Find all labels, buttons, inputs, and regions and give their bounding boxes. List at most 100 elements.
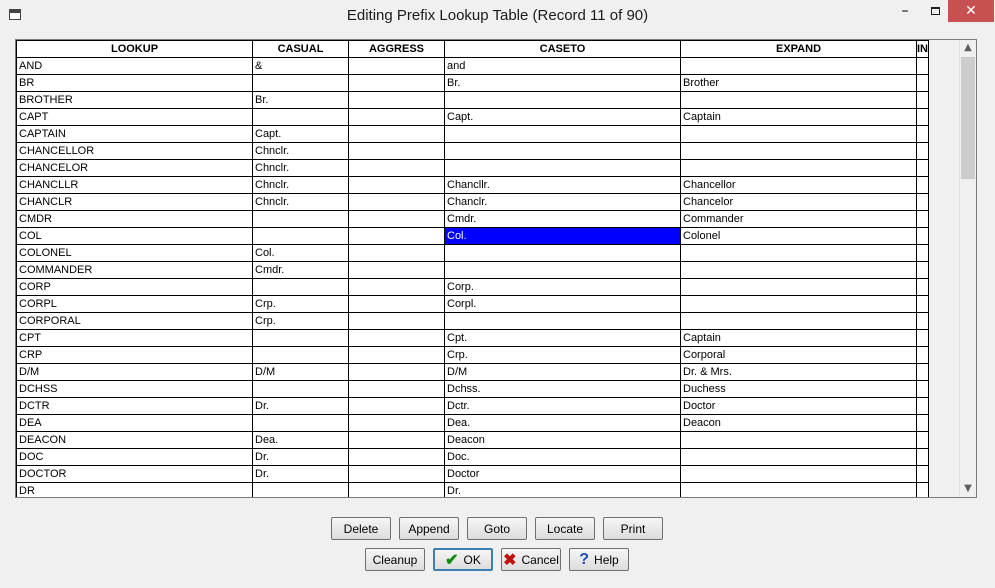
cell-in[interactable] — [916, 312, 929, 330]
cell-aggress[interactable] — [348, 244, 445, 262]
cell-expand[interactable] — [680, 448, 917, 466]
cell-aggress[interactable] — [348, 431, 445, 449]
table-row[interactable]: CRP Crp. Corporal — [16, 346, 929, 364]
cell-lookup[interactable]: CORPORAL — [16, 312, 253, 330]
cell-expand[interactable]: Chancellor — [680, 176, 917, 194]
column-header-caseto[interactable]: CASETO — [444, 40, 681, 58]
cell-lookup[interactable]: COMMANDER — [16, 261, 253, 279]
cell-expand[interactable] — [680, 91, 917, 109]
cell-aggress[interactable] — [348, 91, 445, 109]
cell-casual[interactable] — [252, 329, 349, 347]
cell-casual[interactable]: Chnclr. — [252, 142, 349, 160]
table-row[interactable]: COMMANDER Cmdr. — [16, 261, 929, 279]
cell-caseto[interactable] — [444, 244, 681, 262]
cell-lookup[interactable]: CORP — [16, 278, 253, 296]
cell-lookup[interactable]: CRP — [16, 346, 253, 364]
cell-lookup[interactable]: COLONEL — [16, 244, 253, 262]
append-button[interactable]: Append — [399, 517, 459, 540]
column-header-casual[interactable]: CASUAL — [252, 40, 349, 58]
cell-casual[interactable] — [252, 482, 349, 497]
cell-in[interactable] — [916, 74, 929, 92]
cell-in[interactable] — [916, 142, 929, 160]
table-row[interactable]: BR Br. Brother — [16, 74, 929, 92]
table-row[interactable]: AND & and — [16, 57, 929, 75]
cell-in[interactable] — [916, 57, 929, 75]
cell-aggress[interactable] — [348, 74, 445, 92]
cell-in[interactable] — [916, 244, 929, 262]
cell-expand[interactable]: Corporal — [680, 346, 917, 364]
table-row[interactable]: DCTR Dr. Dctr. Doctor — [16, 397, 929, 415]
cell-casual[interactable]: D/M — [252, 363, 349, 381]
cell-casual[interactable]: & — [252, 57, 349, 75]
cell-casual[interactable]: Col. — [252, 244, 349, 262]
table-row[interactable]: CORPORAL Crp. — [16, 312, 929, 330]
cell-aggress[interactable] — [348, 380, 445, 398]
cell-in[interactable] — [916, 448, 929, 466]
cell-casual[interactable] — [252, 278, 349, 296]
cell-aggress[interactable] — [348, 346, 445, 364]
cell-in[interactable] — [916, 329, 929, 347]
help-button[interactable]: ? Help — [569, 548, 629, 571]
cell-aggress[interactable] — [348, 108, 445, 126]
cell-expand[interactable] — [680, 482, 917, 497]
cell-aggress[interactable] — [348, 261, 445, 279]
cell-caseto[interactable]: Col. — [444, 227, 681, 245]
cell-lookup[interactable]: COL — [16, 227, 253, 245]
cell-caseto[interactable]: and — [444, 57, 681, 75]
cell-aggress[interactable] — [348, 278, 445, 296]
locate-button[interactable]: Locate — [535, 517, 595, 540]
cell-casual[interactable]: Dea. — [252, 431, 349, 449]
cell-aggress[interactable] — [348, 227, 445, 245]
print-button[interactable]: Print — [603, 517, 663, 540]
table-row[interactable]: CPT Cpt. Captain — [16, 329, 929, 347]
close-button[interactable]: ✕ — [948, 0, 994, 22]
cell-caseto[interactable]: Capt. — [444, 108, 681, 126]
cell-aggress[interactable] — [348, 193, 445, 211]
delete-button[interactable]: Delete — [331, 517, 391, 540]
table-row[interactable]: CMDR Cmdr. Commander — [16, 210, 929, 228]
cell-in[interactable] — [916, 363, 929, 381]
cell-in[interactable] — [916, 125, 929, 143]
column-header-expand[interactable]: EXPAND — [680, 40, 917, 58]
table-row[interactable]: CORP Corp. — [16, 278, 929, 296]
maximize-button[interactable] — [922, 0, 948, 22]
cell-in[interactable] — [916, 176, 929, 194]
cell-caseto[interactable]: Chancllr. — [444, 176, 681, 194]
cell-lookup[interactable]: CHANCLLR — [16, 176, 253, 194]
cell-aggress[interactable] — [348, 57, 445, 75]
lookup-grid[interactable]: LOOKUP CASUAL AGGRESS CASETO EXPAND IN A… — [15, 39, 977, 498]
cell-in[interactable] — [916, 278, 929, 296]
table-row[interactable]: CHANCELOR Chnclr. — [16, 159, 929, 177]
cell-lookup[interactable]: CAPTAIN — [16, 125, 253, 143]
cell-expand[interactable] — [680, 312, 917, 330]
cell-casual[interactable] — [252, 108, 349, 126]
cell-caseto[interactable]: Crp. — [444, 346, 681, 364]
cell-aggress[interactable] — [348, 159, 445, 177]
cell-expand[interactable] — [680, 465, 917, 483]
cell-expand[interactable] — [680, 278, 917, 296]
column-header-in[interactable]: IN — [916, 40, 929, 58]
cell-caseto[interactable] — [444, 312, 681, 330]
cell-casual[interactable]: Capt. — [252, 125, 349, 143]
cell-expand[interactable]: Deacon — [680, 414, 917, 432]
table-row[interactable]: DR Dr. — [16, 482, 929, 497]
cell-aggress[interactable] — [348, 397, 445, 415]
cell-caseto[interactable]: Dctr. — [444, 397, 681, 415]
cell-casual[interactable]: Chnclr. — [252, 193, 349, 211]
cell-casual[interactable] — [252, 414, 349, 432]
cell-caseto[interactable]: Cpt. — [444, 329, 681, 347]
cleanup-button[interactable]: Cleanup — [365, 548, 425, 571]
cell-caseto[interactable]: Corp. — [444, 278, 681, 296]
cell-aggress[interactable] — [348, 312, 445, 330]
cell-lookup[interactable]: CAPT — [16, 108, 253, 126]
cell-expand[interactable] — [680, 57, 917, 75]
cell-caseto[interactable]: Dr. — [444, 482, 681, 497]
cell-lookup[interactable]: CORPL — [16, 295, 253, 313]
cell-caseto[interactable]: Dea. — [444, 414, 681, 432]
cell-lookup[interactable]: CHANCELLOR — [16, 142, 253, 160]
cell-expand[interactable]: Duchess — [680, 380, 917, 398]
cell-casual[interactable] — [252, 210, 349, 228]
cell-lookup[interactable]: DCHSS — [16, 380, 253, 398]
table-row[interactable]: DEA Dea. Deacon — [16, 414, 929, 432]
cell-expand[interactable] — [680, 261, 917, 279]
